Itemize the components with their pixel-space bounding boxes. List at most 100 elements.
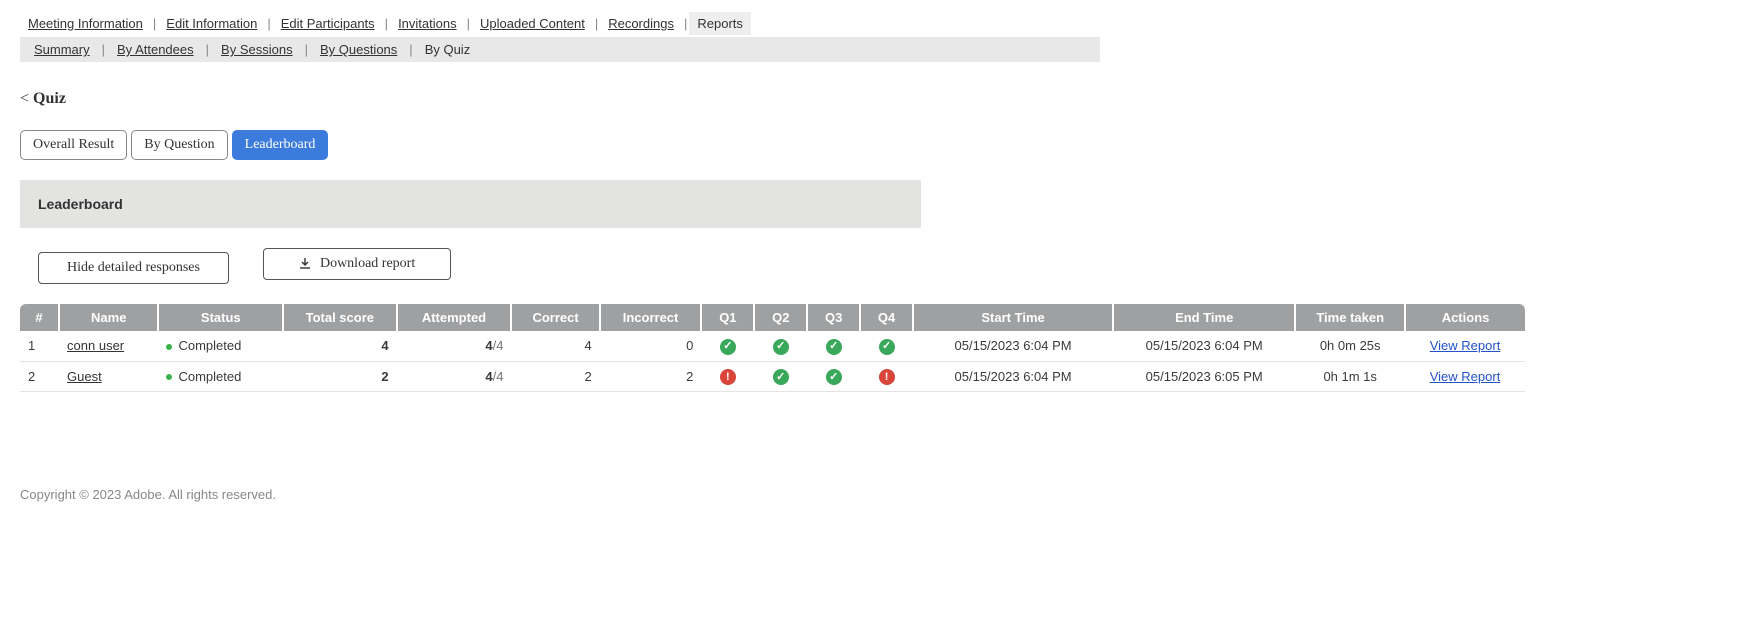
view-pill-row: Overall ResultBy QuestionLeaderboard (20, 130, 1739, 160)
cell-q1: ✓ (701, 331, 754, 361)
column-header-total: Total score (283, 304, 397, 331)
view-pill[interactable]: By Question (131, 130, 227, 160)
cell-attempted: 4/4 (397, 361, 512, 392)
tab-separator: | (265, 16, 272, 31)
top-tab[interactable]: Uploaded Content (472, 12, 593, 35)
tab-separator: | (297, 42, 316, 57)
error-circle-icon: ! (879, 369, 895, 385)
column-header-status: Status (158, 304, 283, 331)
column-header-q2: Q2 (754, 304, 807, 331)
check-circle-icon: ✓ (826, 339, 842, 355)
cell-incorrect: 2 (600, 361, 702, 392)
top-tab[interactable]: Edit Information (158, 12, 265, 35)
cell-actions: View Report (1405, 361, 1525, 392)
column-header-q4: Q4 (860, 304, 913, 331)
page-title-text: Quiz (33, 90, 66, 107)
sub-tab[interactable]: By Questions (316, 42, 401, 57)
sub-tab-bar: Summary|By Attendees|By Sessions|By Ques… (20, 37, 1100, 62)
sub-tab[interactable]: By Attendees (113, 42, 198, 57)
column-header-start: Start Time (913, 304, 1113, 331)
top-tab[interactable]: Invitations (390, 12, 465, 35)
check-circle-icon: ✓ (720, 339, 736, 355)
cell-start-time: 05/15/2023 6:04 PM (913, 361, 1113, 392)
status-dot-icon (166, 374, 172, 380)
user-name-link[interactable]: Guest (67, 369, 102, 384)
column-header-incorrect: Incorrect (600, 304, 702, 331)
cell-correct: 4 (511, 331, 599, 361)
cell-q4: ✓ (860, 331, 913, 361)
cell-incorrect: 0 (600, 331, 702, 361)
view-report-link[interactable]: View Report (1430, 369, 1501, 384)
view-pill[interactable]: Overall Result (20, 130, 127, 160)
cell-correct: 2 (511, 361, 599, 392)
top-tab[interactable]: Meeting Information (20, 12, 151, 35)
check-circle-icon: ✓ (826, 369, 842, 385)
column-header-actions: Actions (1405, 304, 1525, 331)
cell-q3: ✓ (807, 331, 860, 361)
cell-actions: View Report (1405, 331, 1525, 361)
copyright-footer: Copyright © 2023 Adobe. All rights reser… (20, 487, 1739, 502)
sub-tab[interactable]: Summary (30, 42, 94, 57)
cell-status: Completed (158, 361, 283, 392)
cell-end-time: 05/15/2023 6:05 PM (1113, 361, 1295, 392)
cell-total-score: 2 (283, 361, 397, 392)
cell-end-time: 05/15/2023 6:04 PM (1113, 331, 1295, 361)
tab-separator: | (465, 16, 472, 31)
user-name-link[interactable]: conn user (67, 338, 124, 353)
view-report-link[interactable]: View Report (1430, 338, 1501, 353)
column-header-idx: # (20, 304, 59, 331)
cell-q1: ! (701, 361, 754, 392)
download-report-button[interactable]: Download report (263, 248, 451, 280)
table-row: 1conn userCompleted44/440✓✓✓✓05/15/2023 … (20, 331, 1525, 361)
cell-time-taken: 0h 1m 1s (1295, 361, 1405, 392)
cell-name: conn user (59, 331, 158, 361)
tab-separator: | (383, 16, 390, 31)
section-title: Leaderboard (20, 180, 921, 228)
cell-start-time: 05/15/2023 6:04 PM (913, 331, 1113, 361)
top-tab[interactable]: Reports (689, 12, 751, 35)
action-row: Hide detailed responses Download report (20, 248, 1739, 284)
back-chevron[interactable]: < (20, 90, 29, 107)
row-index: 1 (20, 331, 59, 361)
status-dot-icon (166, 344, 172, 350)
row-index: 2 (20, 361, 59, 392)
cell-attempted: 4/4 (397, 331, 512, 361)
hide-detailed-responses-button[interactable]: Hide detailed responses (38, 252, 229, 284)
sub-tab[interactable]: By Sessions (217, 42, 297, 57)
column-header-q1: Q1 (701, 304, 754, 331)
column-header-attempted: Attempted (397, 304, 512, 331)
cell-q2: ✓ (754, 361, 807, 392)
sub-tab[interactable]: By Quiz (421, 42, 475, 57)
tab-separator: | (401, 42, 420, 57)
column-header-end: End Time (1113, 304, 1295, 331)
top-tab-bar: Meeting Information|Edit Information|Edi… (20, 12, 1739, 39)
cell-q3: ✓ (807, 361, 860, 392)
cell-q2: ✓ (754, 331, 807, 361)
error-circle-icon: ! (720, 369, 736, 385)
column-header-correct: Correct (511, 304, 599, 331)
cell-time-taken: 0h 0m 25s (1295, 331, 1405, 361)
cell-q4: ! (860, 361, 913, 392)
cell-total-score: 4 (283, 331, 397, 361)
top-tab[interactable]: Recordings (600, 12, 682, 35)
leaderboard-table: #NameStatusTotal scoreAttemptedCorrectIn… (20, 304, 1525, 392)
download-report-label: Download report (320, 256, 415, 272)
cell-name: Guest (59, 361, 158, 392)
tab-separator: | (94, 42, 113, 57)
column-header-q3: Q3 (807, 304, 860, 331)
tab-separator: | (682, 16, 689, 31)
download-icon (298, 257, 312, 271)
check-circle-icon: ✓ (879, 339, 895, 355)
view-pill[interactable]: Leaderboard (232, 130, 329, 160)
column-header-name: Name (59, 304, 158, 331)
tab-separator: | (198, 42, 217, 57)
check-circle-icon: ✓ (773, 339, 789, 355)
top-tab[interactable]: Edit Participants (273, 12, 383, 35)
cell-status: Completed (158, 331, 283, 361)
table-row: 2GuestCompleted24/422!✓✓!05/15/2023 6:04… (20, 361, 1525, 392)
check-circle-icon: ✓ (773, 369, 789, 385)
tab-separator: | (151, 16, 158, 31)
tab-separator: | (593, 16, 600, 31)
column-header-taken: Time taken (1295, 304, 1405, 331)
page-heading: < Quiz (20, 90, 1739, 108)
